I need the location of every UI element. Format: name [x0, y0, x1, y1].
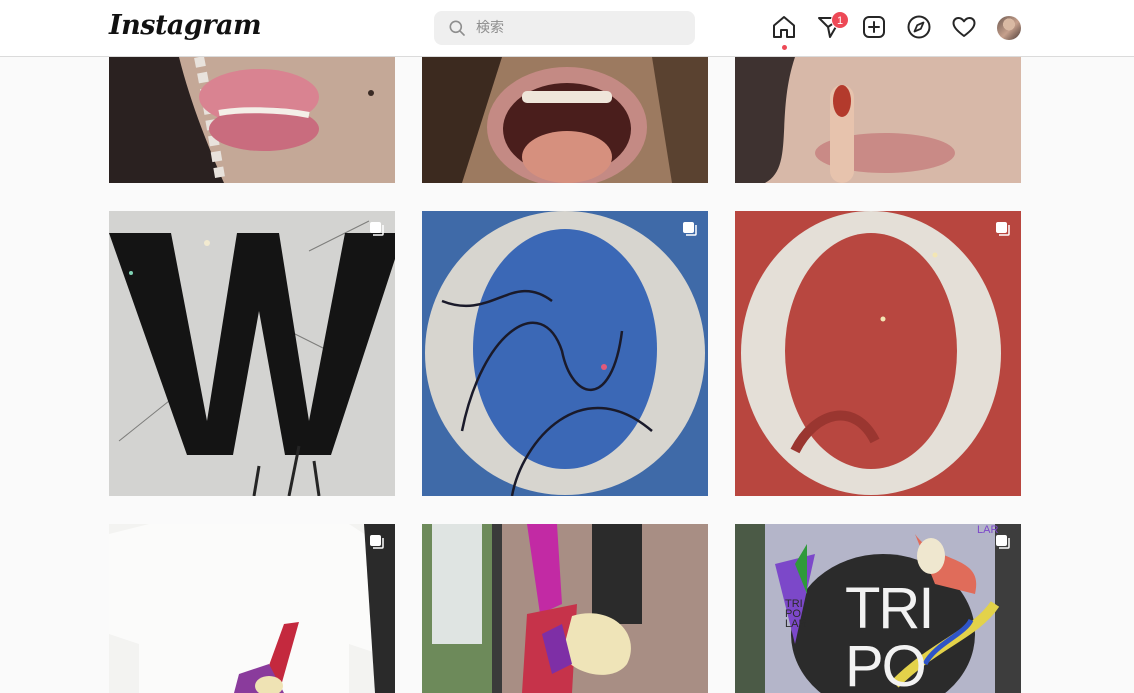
top-navigation-bar: Instagram 1	[0, 0, 1134, 57]
profile-avatar[interactable]	[997, 16, 1021, 40]
explore-compass-icon	[907, 15, 931, 39]
multiple-photos-icon	[370, 535, 384, 549]
home-active-dot	[782, 45, 787, 50]
new-post-icon	[863, 16, 885, 38]
multiple-photos-icon	[683, 222, 697, 236]
post-tile-letter-o-blue[interactable]	[422, 211, 708, 496]
instagram-logo[interactable]: Instagram	[109, 10, 262, 41]
post-tile-finger-lips[interactable]	[735, 57, 1021, 183]
activity-button[interactable]	[951, 14, 979, 42]
new-post-button[interactable]	[861, 14, 889, 42]
search-box[interactable]	[434, 11, 695, 45]
post-image	[422, 524, 708, 693]
poster-small-text-lar: LAR	[785, 618, 807, 630]
post-tile-open-mouth[interactable]	[422, 57, 708, 183]
post-tile-lips-braid[interactable]	[109, 57, 395, 183]
home-icon	[773, 16, 795, 38]
multiple-photos-icon	[370, 222, 384, 236]
activity-heart-icon	[952, 17, 976, 37]
notification-badge: 1	[831, 11, 849, 29]
post-image	[109, 211, 395, 496]
post-image	[422, 211, 708, 496]
post-tile-tripolar-poster[interactable]: LAR TRI PO LAR TRI PO	[735, 524, 1021, 693]
post-tile-window-collage[interactable]	[422, 524, 708, 693]
search-icon	[449, 20, 465, 36]
post-image	[735, 211, 1021, 496]
post-tile-white-tshirt[interactable]	[109, 524, 395, 693]
post-image	[109, 524, 395, 693]
home-button[interactable]	[771, 14, 799, 42]
multiple-photos-icon	[996, 535, 1010, 549]
search-input[interactable]	[476, 11, 686, 45]
multiple-photos-icon	[996, 222, 1010, 236]
post-tile-letter-o-red[interactable]	[735, 211, 1021, 496]
post-image	[735, 57, 1021, 183]
poster-big-text-tri: TRI	[845, 576, 934, 641]
poster-big-text-po: PO	[845, 634, 927, 693]
explore-button[interactable]	[906, 14, 934, 42]
post-image	[109, 57, 395, 183]
post-tile-letter-w[interactable]	[109, 211, 395, 496]
post-image	[422, 57, 708, 183]
